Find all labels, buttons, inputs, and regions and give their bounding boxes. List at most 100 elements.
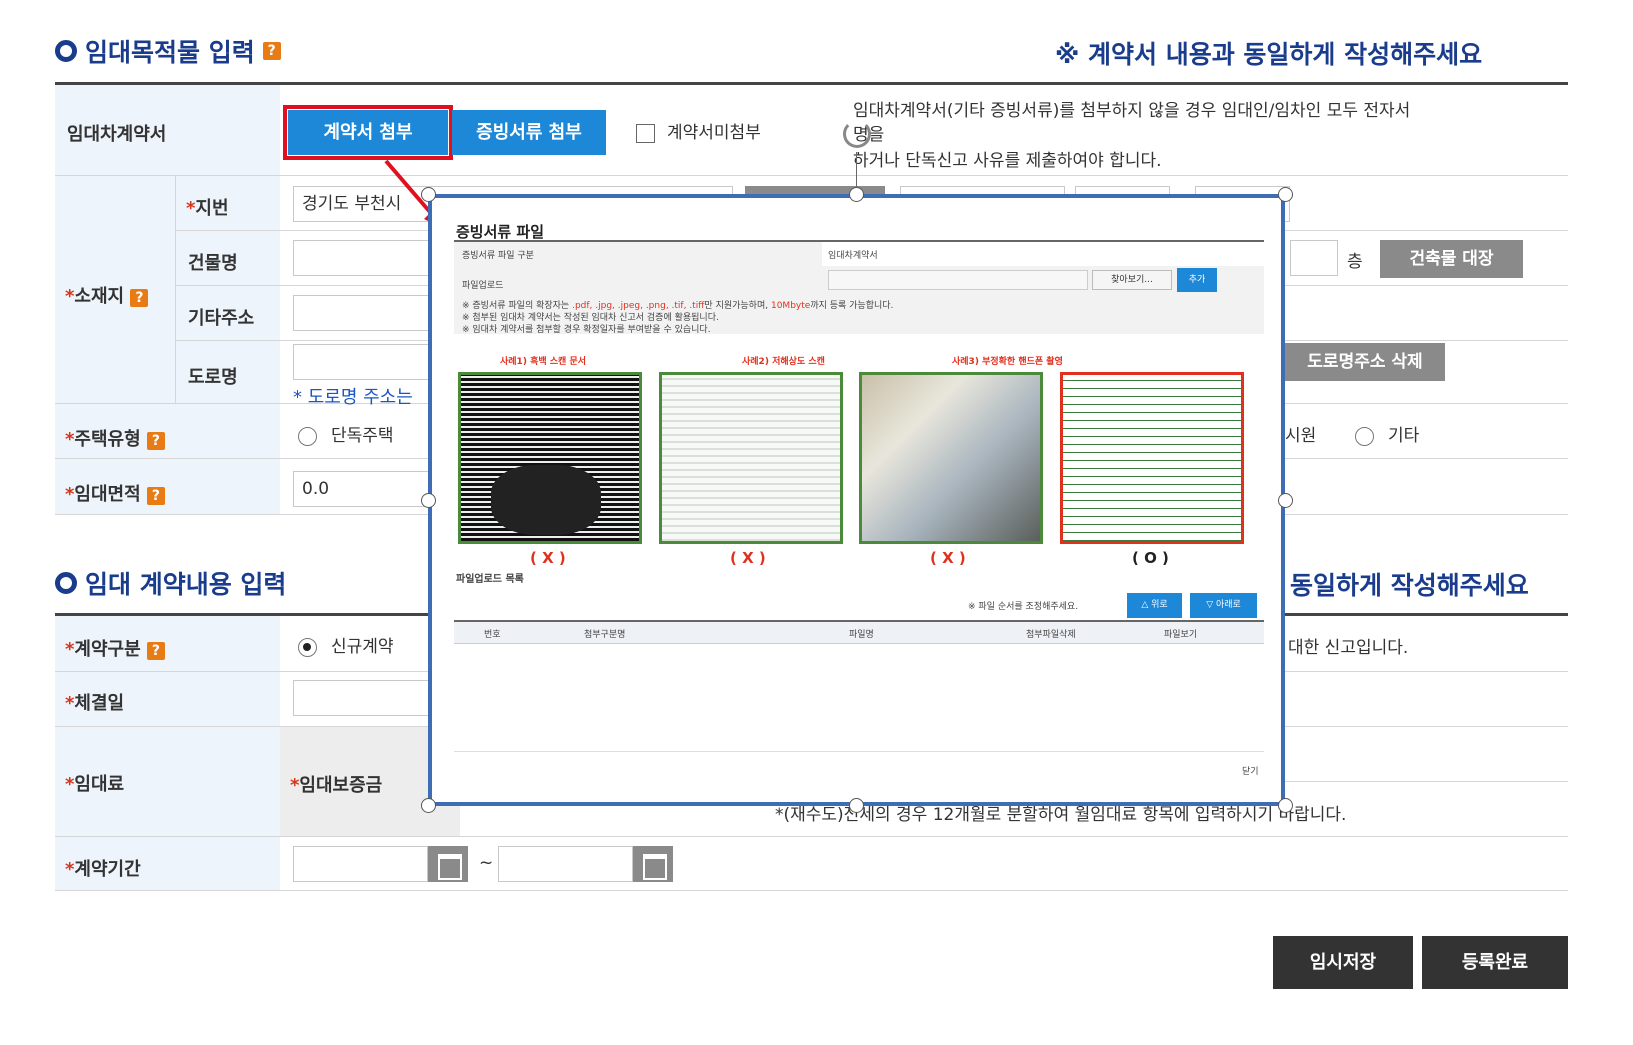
calendar-icon[interactable] bbox=[633, 846, 673, 882]
popup-close-link[interactable]: 닫기 bbox=[1242, 764, 1259, 777]
row-divider bbox=[55, 836, 1568, 837]
resize-handle[interactable] bbox=[1278, 798, 1293, 813]
period-start-input[interactable] bbox=[293, 846, 428, 882]
attach-evidence-button[interactable]: 증빙서류 첨부 bbox=[452, 110, 606, 155]
deposit-label: *임대보증금 bbox=[290, 775, 383, 796]
resize-handle[interactable] bbox=[421, 798, 436, 813]
housing-option-single[interactable]: 단독주택 bbox=[298, 421, 394, 446]
col-attach-type: 첨부구분명 bbox=[584, 630, 626, 640]
temp-save-button[interactable]: 임시저장 bbox=[1273, 936, 1413, 989]
case4-mark: ( O ) bbox=[1132, 549, 1169, 567]
help-icon[interactable]: ? bbox=[146, 642, 165, 660]
notice-same-as-contract: ※ 계약서 내용과 동일하게 작성해주세요 bbox=[1055, 40, 1483, 69]
case1-label: 사례1) 흑백 스캔 문서 bbox=[500, 357, 587, 367]
section-title-contract-content: 임대 계약내용 입력 bbox=[55, 565, 286, 601]
housing-option-partial: 시원 bbox=[1285, 426, 1317, 446]
popup-upload-label: 파일업로드 bbox=[462, 281, 504, 291]
help-icon[interactable]: ? bbox=[146, 432, 165, 450]
resize-handle[interactable] bbox=[849, 187, 864, 202]
no-attach-label: 계약서미첨부 bbox=[667, 123, 761, 143]
building-name-input[interactable] bbox=[293, 240, 433, 276]
signed-date-input[interactable] bbox=[293, 680, 433, 716]
building-register-button[interactable]: 건축물 대장 bbox=[1380, 240, 1523, 278]
row-divider bbox=[55, 890, 1568, 891]
col-delete: 첨부파일삭제 bbox=[1026, 630, 1076, 640]
case3-image bbox=[859, 372, 1043, 544]
resize-handle[interactable] bbox=[1278, 187, 1293, 202]
circle-bullet-icon bbox=[55, 40, 77, 62]
popup-move-down-button[interactable]: ▽ 아래로 bbox=[1190, 593, 1257, 618]
area-input[interactable]: 0.0 bbox=[293, 471, 433, 507]
evidence-file-popup: 증빙서류 파일 증빙서류 파일 구분 임대차계약서 파일업로드 찾아보기... … bbox=[428, 194, 1285, 806]
area-label: *임대면적 ? bbox=[65, 480, 165, 506]
calendar-icon[interactable] bbox=[428, 846, 468, 882]
road-hint-text: * 도로명 주소는 bbox=[293, 387, 413, 408]
contract-info-line3: 하거나 단독신고 사유를 제출하여야 합니다. bbox=[853, 151, 1162, 171]
contract-type-label: *계약구분 ? bbox=[65, 635, 165, 661]
popup-file-input[interactable] bbox=[828, 270, 1088, 290]
section-title-text: 임대목적물 입력 bbox=[85, 38, 255, 67]
no-attach-checkbox[interactable] bbox=[636, 123, 655, 143]
other-address-label: 기타주소 bbox=[188, 308, 255, 329]
resize-handle[interactable] bbox=[421, 187, 436, 202]
road-address-delete-button[interactable]: 도로명주소 삭제 bbox=[1285, 343, 1445, 381]
case1-shadow bbox=[491, 465, 601, 535]
floor-unit: 층 bbox=[1347, 252, 1363, 272]
radio-icon[interactable] bbox=[1355, 426, 1374, 446]
contract-info-line1: 임대차계약서(기타 증빙서류)를 첨부하지 않을 경우 임대인/임차인 모두 전… bbox=[853, 101, 1411, 121]
resize-handle[interactable] bbox=[421, 493, 436, 508]
register-complete-button[interactable]: 등록완료 bbox=[1422, 936, 1568, 989]
building-name-label: 건물명 bbox=[188, 253, 238, 274]
popup-list-title: 파일업로드 목록 bbox=[456, 574, 524, 585]
col-file-name: 파일명 bbox=[849, 630, 874, 640]
col-view: 파일보기 bbox=[1164, 630, 1198, 640]
jibun-label: *지번 bbox=[186, 198, 229, 219]
help-icon[interactable]: ? bbox=[262, 42, 281, 60]
case3-mark: ( X ) bbox=[930, 549, 966, 567]
popup-type-cell bbox=[822, 242, 1264, 266]
popup-move-up-button[interactable]: △ 위로 bbox=[1127, 593, 1182, 618]
help-icon[interactable]: ? bbox=[130, 289, 149, 307]
popup-note3: ※ 임대차 계약서를 첨부할 경우 확정일자를 부여받을 수 있습니다. bbox=[462, 325, 711, 335]
case2-label: 사례2) 저해상도 스캔 bbox=[742, 357, 825, 367]
period-end-input[interactable] bbox=[498, 846, 633, 882]
column-divider bbox=[175, 176, 176, 403]
row-divider bbox=[55, 175, 1568, 176]
table-top-rule bbox=[55, 82, 1568, 85]
contract-type-note: 대한 신고입니다. bbox=[1288, 638, 1409, 658]
rent-label: *임대료 bbox=[65, 774, 125, 795]
popup-type-label: 증빙서류 파일 구분 bbox=[462, 251, 534, 261]
notice-tail: 동일하게 작성해주세요 bbox=[1290, 571, 1529, 600]
road-name-input[interactable] bbox=[293, 344, 433, 380]
case3-label: 사례3) 부정확한 핸드폰 촬영 bbox=[952, 357, 1063, 367]
popup-type-value: 임대차계약서 bbox=[828, 251, 878, 261]
housing-option-other[interactable]: 기타 bbox=[1355, 421, 1419, 446]
signed-date-label: *체결일 bbox=[65, 693, 125, 714]
popup-add-button[interactable]: 추가 bbox=[1177, 268, 1217, 292]
section-title-text: 임대 계약내용 입력 bbox=[85, 570, 287, 599]
popup-bottom-rule bbox=[454, 751, 1264, 752]
rotate-handle-stem bbox=[856, 152, 857, 188]
attach-contract-button[interactable]: 계약서 첨부 bbox=[283, 105, 453, 160]
radio-icon[interactable] bbox=[298, 426, 317, 446]
radio-selected-icon[interactable] bbox=[298, 637, 317, 657]
case1-image bbox=[458, 372, 642, 544]
popup-browse-button[interactable]: 찾아보기... bbox=[1092, 270, 1172, 290]
period-label: *계약기간 bbox=[65, 859, 141, 880]
help-icon[interactable]: ? bbox=[146, 487, 165, 505]
col-no: 번호 bbox=[484, 630, 501, 640]
floor-input[interactable] bbox=[1290, 240, 1338, 276]
case1-mark: ( X ) bbox=[530, 549, 566, 567]
case2-image bbox=[659, 372, 843, 544]
rotate-handle-icon[interactable] bbox=[843, 120, 871, 148]
popup-order-note: ※ 파일 순서를 조정해주세요. bbox=[968, 602, 1079, 612]
section-title-rental-object: 임대목적물 입력 ? bbox=[55, 33, 281, 69]
case2-mark: ( X ) bbox=[730, 549, 766, 567]
resize-handle[interactable] bbox=[849, 798, 864, 813]
road-name-label: 도로명 bbox=[188, 367, 238, 388]
contract-type-new[interactable]: 신규계약 bbox=[298, 632, 394, 657]
other-address-input[interactable] bbox=[293, 295, 433, 331]
resize-handle[interactable] bbox=[1278, 493, 1293, 508]
no-attach-checkbox-row[interactable]: 계약서미첨부 bbox=[636, 118, 761, 143]
case4-image bbox=[1060, 372, 1244, 544]
